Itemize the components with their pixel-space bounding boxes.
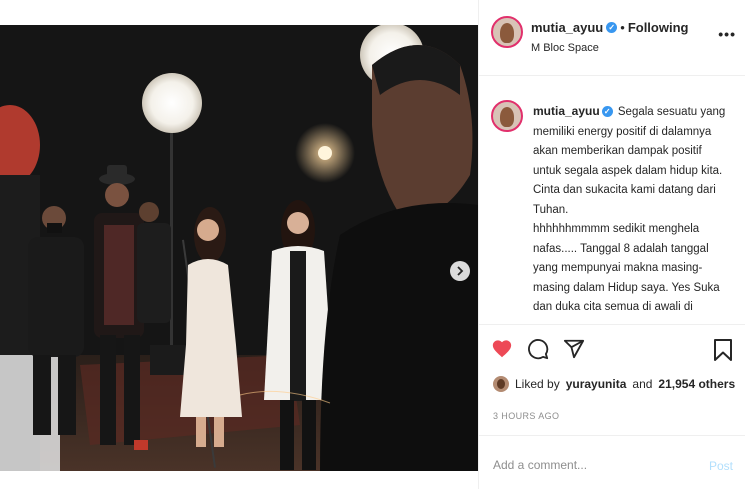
divider: [479, 324, 745, 325]
liked-by-label: Liked by: [515, 377, 560, 391]
heart-icon[interactable]: [491, 338, 513, 360]
post-timestamp[interactable]: 3 HOURS AGO: [493, 411, 559, 421]
caption-username[interactable]: mutia_ayuu: [533, 104, 600, 118]
carousel-next-button[interactable]: [450, 261, 470, 281]
post-image: [0, 25, 478, 471]
liker-username-link[interactable]: yurayunita: [566, 377, 627, 391]
separator: •: [620, 20, 625, 35]
verified-badge-icon: ✓: [601, 106, 613, 117]
username-link[interactable]: mutia_ayuu: [531, 20, 603, 35]
comment-icon[interactable]: [527, 338, 549, 360]
divider: [479, 435, 745, 436]
liked-by-and: and: [632, 377, 653, 391]
verified-badge-icon: ✓: [606, 22, 618, 33]
post-comment-button[interactable]: Post: [709, 459, 733, 473]
post-photo[interactable]: [0, 25, 478, 471]
action-bar: [491, 338, 585, 360]
header-user-row: mutia_ayuu ✓ • Following: [531, 20, 688, 35]
likes-count-link[interactable]: 21,954 others: [658, 377, 735, 391]
caption: mutia_ayuu ✓ Segala sesuatu yang memiliki…: [533, 102, 733, 318]
following-button[interactable]: Following: [628, 20, 689, 35]
caption-area: mutia_ayuu ✓ Segala sesuatu yang memiliki…: [479, 92, 745, 324]
location-link[interactable]: M Bloc Space: [531, 42, 599, 54]
avatar[interactable]: [491, 16, 523, 48]
caption-avatar[interactable]: [491, 100, 523, 132]
comment-input[interactable]: [493, 458, 693, 472]
more-options-button[interactable]: •••: [718, 26, 736, 42]
liker-avatar[interactable]: [493, 376, 509, 392]
chevron-right-icon: [457, 266, 464, 276]
post-side-panel: mutia_ayuu ✓ • Following M Bloc Space ••…: [478, 0, 745, 489]
share-icon[interactable]: [563, 338, 585, 360]
bookmark-icon[interactable]: [713, 338, 733, 362]
post-header: mutia_ayuu ✓ • Following M Bloc Space ••…: [479, 0, 745, 76]
likes-summary: Liked by yurayunita and 21,954 others: [493, 376, 735, 392]
caption-text-continued: hhhhhhmmmm sedikit menghela nafas..... T…: [533, 223, 720, 313]
caption-text: Segala sesuatu yang memiliki energy posi…: [533, 106, 726, 216]
